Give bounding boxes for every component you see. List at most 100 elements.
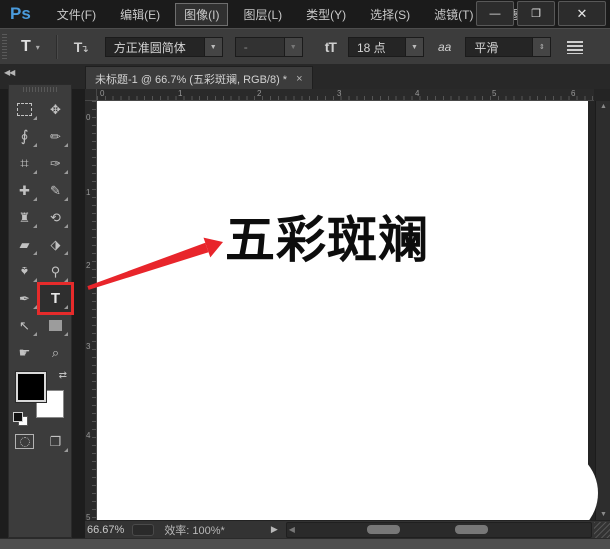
type-tool-t-icon: T	[51, 291, 60, 306]
default-black-swatch	[13, 412, 23, 422]
tool-preset-picker[interactable]: T ▾	[21, 38, 40, 56]
vertical-scrollbar[interactable]: ▲ ▼	[595, 101, 610, 520]
orientation-arrow-icon: ↴	[80, 44, 88, 55]
quick-selection-tool[interactable]: ✏	[40, 123, 71, 150]
font-size-dropdown-arrow[interactable]: ▼	[405, 37, 424, 57]
dodge-tool[interactable]: ⚲	[40, 258, 71, 285]
options-grip	[2, 34, 7, 60]
minimize-button[interactable]: —	[476, 1, 514, 26]
text-orientation-toggle[interactable]: T ↴	[74, 39, 89, 55]
align-left-icon[interactable]	[567, 41, 583, 54]
history-brush-tool[interactable]: ⟲	[40, 204, 71, 231]
ruler-tick: 3	[86, 342, 90, 351]
scroll-down-icon[interactable]: ▼	[596, 511, 610, 518]
paint-bucket-tool[interactable]: ⬗	[40, 231, 71, 258]
document-tab-title: 未标题-1 @ 66.7% (五彩斑斓, RGB/8) *	[95, 71, 287, 87]
move-icon: ✥	[50, 103, 61, 116]
lasso-tool[interactable]: ∮	[9, 123, 40, 150]
collapse-panel-button[interactable]: ◀◀	[4, 68, 14, 77]
brush-icon: ✎	[50, 184, 61, 197]
font-family-select[interactable]: 方正准圆简体 ▼	[105, 37, 223, 57]
anti-alias-icon: aa	[438, 40, 451, 54]
quick-mask-button[interactable]	[9, 428, 40, 455]
brush-tool[interactable]: ✎	[40, 177, 71, 204]
photoshop-window: Ps 文件(F) 编辑(E) 图像(I) 图层(L) 类型(Y) 选择(S) 滤…	[0, 0, 610, 549]
hand-tool[interactable]: ☛	[9, 339, 40, 366]
close-button[interactable]: ✕	[558, 1, 606, 26]
canvas-text-layer[interactable]: 五彩斑斓	[225, 213, 429, 268]
ruler-tick: 1	[86, 188, 90, 197]
healing-brush-tool[interactable]: ✚	[9, 177, 40, 204]
dashed-circle-icon	[20, 437, 30, 447]
blur-tool[interactable]: ♠	[9, 258, 40, 285]
font-size-select[interactable]: 18 点 ▼	[348, 37, 424, 57]
rectangle-icon	[49, 320, 62, 331]
quick-mask-icon	[15, 434, 34, 449]
foreground-color-swatch[interactable]	[16, 372, 46, 402]
tools-panel-grip[interactable]	[23, 86, 57, 93]
crop-icon: ⌗	[20, 156, 28, 171]
pen-tool[interactable]: ✒	[9, 285, 40, 312]
tool-options-bar: T ▾ T ↴ 方正准圆简体 ▼ - ▼ tT 18 点 ▼ aa 平滑 ⇕	[0, 28, 610, 66]
scrollbar-thumb[interactable]	[455, 525, 488, 534]
rectangular-marquee-tool[interactable]	[9, 96, 40, 123]
font-style-value: -	[235, 37, 284, 57]
zoom-level-field[interactable]: 66.67%	[87, 524, 124, 536]
font-size-value: 18 点	[348, 37, 405, 57]
horizontal-ruler: 0 1 2 3 4 5 6	[97, 89, 594, 101]
clone-stamp-tool[interactable]: ♜	[9, 204, 40, 231]
ruler-tick: 6	[571, 89, 575, 98]
menu-layer[interactable]: 图层(L)	[234, 3, 291, 26]
crop-tool[interactable]: ⌗	[9, 150, 40, 177]
scroll-up-icon[interactable]: ▲	[596, 103, 610, 110]
tab-close-icon[interactable]: ×	[296, 73, 302, 85]
ruler-tick: 5	[86, 513, 90, 520]
history-brush-icon: ⟲	[50, 211, 61, 224]
menu-type[interactable]: 类型(Y)	[297, 3, 355, 26]
screen-mode-button[interactable]: ❐	[40, 428, 71, 455]
anti-alias-value: 平滑	[465, 37, 532, 57]
ruler-tick: 3	[337, 89, 341, 98]
document-tab[interactable]: 未标题-1 @ 66.7% (五彩斑斓, RGB/8) * ×	[85, 66, 313, 90]
canvas[interactable]: 五彩斑斓	[97, 101, 588, 520]
status-menu-arrow-icon[interactable]: ▶	[271, 524, 278, 535]
ruler-tick: 4	[415, 89, 419, 98]
menu-bar: Ps 文件(F) 编辑(E) 图像(I) 图层(L) 类型(Y) 选择(S) 滤…	[0, 0, 610, 28]
menu-select[interactable]: 选择(S)	[361, 3, 419, 26]
eyedropper-tool[interactable]: ✑	[40, 150, 71, 177]
eraser-tool[interactable]: ▰	[9, 231, 40, 258]
anti-alias-stepper[interactable]: ⇕	[532, 37, 551, 57]
rectangle-shape-tool[interactable]	[40, 312, 71, 339]
paint-bucket-icon: ⬗	[51, 238, 61, 251]
menu-file[interactable]: 文件(F)	[48, 3, 105, 26]
scrollbar-thumb[interactable]	[367, 525, 400, 534]
default-colors-icon[interactable]	[13, 412, 27, 424]
font-family-dropdown-arrow[interactable]: ▼	[204, 37, 223, 57]
horizontal-scrollbar[interactable]: ◀	[286, 522, 592, 538]
healing-brush-icon: ✚	[19, 184, 30, 197]
resize-grip[interactable]	[594, 522, 610, 538]
vertical-ruler: 0 1 2 3 4 5	[85, 101, 97, 520]
font-size-icon: tT	[325, 39, 336, 55]
font-style-select: - ▼	[235, 37, 303, 57]
dodge-icon: ⚲	[51, 265, 61, 278]
screen-mode-icon: ❐	[50, 435, 62, 448]
swap-colors-icon[interactable]: ⇄	[59, 370, 67, 381]
ruler-tick: 2	[86, 261, 90, 270]
type-tool-selected[interactable]: T	[40, 285, 71, 312]
ruler-tick: 5	[492, 89, 496, 98]
quick-selection-icon: ✏	[50, 130, 61, 143]
menu-edit[interactable]: 编辑(E)	[111, 3, 169, 26]
scroll-left-icon[interactable]: ◀	[289, 525, 295, 534]
window-bottom-edge	[0, 538, 610, 549]
move-tool[interactable]: ✥	[40, 96, 71, 123]
hand-icon: ☛	[19, 346, 31, 359]
zoom-tool[interactable]: ⌕	[40, 339, 71, 366]
path-selection-icon: ↖	[19, 319, 30, 332]
menu-image[interactable]: 图像(I)	[175, 3, 228, 26]
anti-alias-select[interactable]: 平滑 ⇕	[465, 37, 551, 57]
path-selection-tool[interactable]: ↖	[9, 312, 40, 339]
efficiency-label: 效率: 100%*	[164, 522, 225, 538]
maximize-button[interactable]: ❐	[517, 1, 555, 26]
ruler-tick: 4	[86, 431, 90, 440]
